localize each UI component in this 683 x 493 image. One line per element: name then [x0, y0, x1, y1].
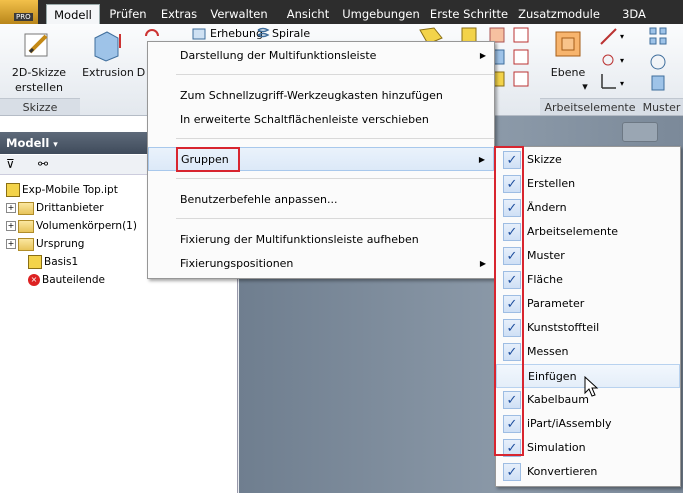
extrusion-icon[interactable]	[90, 28, 124, 62]
work-plane-icon[interactable]	[552, 28, 584, 62]
tab-pruefen[interactable]: Prüfen	[103, 4, 153, 24]
expand-icon[interactable]: +	[6, 203, 16, 213]
extrusion-feature-icon	[28, 255, 42, 269]
tree-item-volumenkoerper[interactable]: + Volumenkörpern(1)	[6, 218, 137, 235]
tree-item-ursprung[interactable]: + Ursprung	[6, 236, 84, 253]
tab-ansicht[interactable]: Ansicht	[280, 4, 336, 24]
menu-item-unpin-ribbon[interactable]: Fixierung der Multifunktionsleiste aufhe…	[148, 228, 494, 252]
tree-item-label: Ursprung	[36, 238, 85, 250]
work-axis-point-icons[interactable]: ▾ ▾ ▾	[598, 26, 632, 98]
tree-item-label: Volumenkörpern(1)	[36, 220, 137, 232]
menu-item-pin-positions[interactable]: Fixierungspositionen ▶	[148, 252, 494, 276]
submenu-item-label: Messen	[527, 345, 569, 358]
tree-item-root[interactable]: Exp-Mobile Top.ipt	[6, 182, 118, 199]
submenu-item-konvertieren[interactable]: ✓ Konvertieren	[496, 460, 680, 484]
tab-verwalten[interactable]: Verwalten	[206, 4, 272, 24]
pattern-icons[interactable]	[648, 26, 670, 98]
menu-item-add-to-quick-access[interactable]: Zum Schnellzugriff-Werkzeugkasten hinzuf…	[148, 84, 494, 108]
submenu-item-label: Kunststoffteil	[527, 321, 600, 334]
tree-item-drittanbieter[interactable]: + Drittanbieter	[6, 200, 104, 217]
viewcube-icon[interactable]	[622, 122, 658, 142]
create-2d-sketch-label-2[interactable]: erstellen	[6, 81, 72, 94]
d-label: D	[136, 66, 146, 79]
part-icon	[6, 183, 20, 197]
submenu-item-label: Fläche	[527, 273, 563, 286]
menu-item-label: Benutzerbefehle anpassen...	[180, 193, 338, 206]
tree-item-bauteilende[interactable]: × Bauteilende	[28, 272, 105, 289]
filter-icon[interactable]: ⊽	[6, 157, 15, 171]
expand-icon[interactable]: +	[6, 239, 16, 249]
svg-text:▾: ▾	[620, 32, 624, 41]
submenu-item-label: Muster	[527, 249, 565, 262]
mouse-cursor-icon	[584, 375, 600, 398]
tree-item-label: Bauteilende	[42, 274, 105, 286]
ebene-dropdown-icon[interactable]: ▾	[580, 80, 590, 93]
panel-muster-title: Muster	[640, 98, 683, 115]
tree-item-label: Drittanbieter	[36, 202, 104, 214]
panel-arbeitselemente-title: Arbeitselemente	[540, 98, 640, 115]
submenu-item-label: Konvertieren	[527, 465, 598, 478]
menu-item-ribbon-appearance[interactable]: Darstellung der Multifunktionsleiste ▶	[148, 44, 494, 68]
loft-icon[interactable]	[192, 27, 206, 41]
submenu-arrow-icon: ▶	[479, 51, 486, 60]
submenu-item-label: Erstellen	[527, 177, 576, 190]
application-menu-button[interactable]: PRO	[0, 0, 38, 24]
folder-icon	[18, 201, 34, 215]
tree-item-label: Basis1	[44, 256, 79, 268]
expand-icon[interactable]: +	[6, 221, 16, 231]
svg-text:▾: ▾	[620, 79, 624, 88]
checkmark-column-highlight-box	[494, 146, 524, 456]
chevron-down-icon[interactable]: ▾	[53, 140, 58, 150]
folder-icon	[18, 219, 34, 233]
revolve-icon[interactable]	[144, 26, 160, 42]
menu-separator	[176, 138, 494, 139]
submenu-arrow-icon: ▶	[478, 155, 485, 164]
svg-text:▾: ▾	[620, 56, 624, 65]
tree-item-label: Exp-Mobile Top.ipt	[22, 184, 118, 196]
browser-title: Modell	[6, 136, 50, 150]
ebene-label[interactable]: Ebene	[546, 66, 590, 79]
menu-separator	[176, 178, 494, 179]
folder-icon	[18, 237, 34, 251]
tab-umgebungen[interactable]: Umgebungen	[341, 4, 421, 24]
panel-skizze-title: Skizze	[0, 98, 80, 115]
submenu-item-label: Simulation	[527, 441, 586, 454]
create-2d-sketch-label-1[interactable]: 2D-Skizze	[6, 66, 72, 79]
menu-item-label: Darstellung der Multifunktionsleiste	[180, 49, 377, 62]
sketch-pencil-icon[interactable]	[22, 30, 52, 60]
submenu-item-label: Kabelbaum	[527, 393, 589, 406]
submenu-item-label: Parameter	[527, 297, 585, 310]
tab-extras[interactable]: Extras	[156, 4, 202, 24]
tab-zusatzmodule[interactable]: Zusatzmodule	[516, 4, 602, 24]
submenu-item-label: iPart/iAssembly	[527, 417, 612, 430]
tab-erste-schritte[interactable]: Erste Schritte	[424, 4, 514, 24]
menu-item-label: Fixierung der Multifunktionsleiste aufhe…	[180, 233, 419, 246]
menu-separator	[176, 218, 494, 219]
groups-highlight-box	[176, 147, 240, 172]
menu-item-label: Zum Schnellzugriff-Werkzeugkasten hinzuf…	[180, 89, 443, 102]
end-of-part-icon: ×	[28, 274, 40, 286]
menu-separator	[176, 74, 494, 75]
tab-modell[interactable]: Modell	[46, 4, 100, 24]
menu-item-move-to-extended-bar[interactable]: In erweiterte Schaltflächenleiste versch…	[148, 108, 494, 132]
checkmark-icon: ✓	[503, 463, 521, 481]
extrusion-label[interactable]: Extrusion	[82, 66, 134, 79]
submenu-item-label: Ändern	[527, 201, 567, 214]
menu-item-customize-commands[interactable]: Benutzerbefehle anpassen...	[148, 188, 494, 212]
submenu-item-label: Arbeitselemente	[527, 225, 619, 238]
menu-item-label: Fixierungspositionen	[180, 257, 294, 270]
submenu-arrow-icon: ▶	[479, 259, 486, 268]
menu-item-label: In erweiterte Schaltflächenleiste versch…	[180, 113, 429, 126]
pro-badge: PRO	[14, 13, 33, 21]
binoculars-icon[interactable]: ⚯	[38, 157, 48, 171]
submenu-item-label: Einfügen	[528, 370, 577, 383]
tree-item-basis1[interactable]: Basis1	[28, 254, 78, 271]
spirale-label[interactable]: Spirale	[272, 27, 310, 40]
erhebung-label[interactable]: Erhebung	[210, 27, 263, 40]
tab-3da[interactable]: 3DA	[617, 4, 651, 24]
coil-icon[interactable]	[256, 27, 270, 41]
submenu-item-label: Skizze	[527, 153, 562, 166]
